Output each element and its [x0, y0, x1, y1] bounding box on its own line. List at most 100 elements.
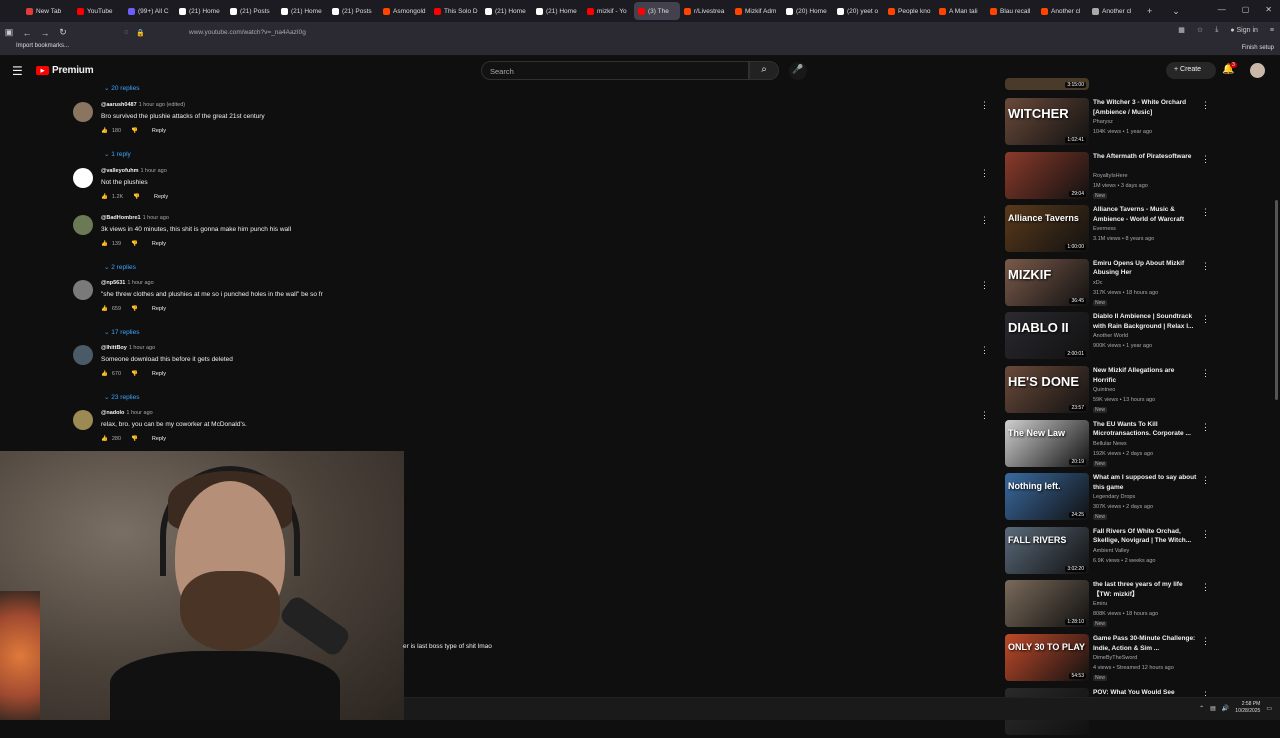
browser-tab[interactable]: (21) Home [175, 2, 226, 20]
comment-author[interactable]: @IhittBoy [101, 345, 127, 351]
video-thumbnail[interactable]: The New Law 20:19 [1005, 419, 1089, 467]
notification-center-icon[interactable]: ▭ [1266, 705, 1272, 712]
video-more-icon[interactable]: ⋮ [1201, 314, 1210, 325]
video-thumbnail[interactable]: 3:15:00 [1005, 78, 1089, 90]
video-title[interactable]: The Witcher 3 - White Orchard [Ambience … [1093, 98, 1197, 117]
hamburger-menu-icon[interactable]: ☰ [12, 64, 23, 78]
video-title[interactable]: Diablo II Ambience | Soundtrack with Rai… [1093, 312, 1197, 331]
related-video[interactable]: 1:28:10 the last three years of my life 【… [1005, 580, 1210, 630]
commenter-avatar[interactable] [73, 215, 93, 235]
shield-icon[interactable]: ◌ [124, 29, 128, 36]
commenter-avatar[interactable] [73, 280, 93, 300]
reply-button[interactable]: Reply [152, 371, 166, 377]
video-more-icon[interactable]: ⋮ [1201, 100, 1210, 111]
browser-tab[interactable]: (21) Home [481, 2, 532, 20]
dislike-icon[interactable]: 👎 [131, 306, 138, 312]
related-video[interactable]: Alliance Taverns 1:00:00 Alliance Taverns … [1005, 205, 1210, 255]
reload-icon[interactable]: ↻ [54, 27, 72, 38]
comment-more-icon[interactable]: ⋮ [980, 410, 989, 421]
extensions-icon[interactable]: ▦ [1178, 26, 1185, 34]
browser-tab[interactable]: (21) Posts [328, 2, 379, 20]
video-title[interactable]: New Mizkif Allegations are Horrific [1093, 366, 1197, 385]
browser-tab[interactable]: (99+) All C [124, 2, 175, 20]
video-title[interactable]: Emiru Opens Up About Mizkif Abusing Her [1093, 259, 1197, 278]
browser-tab[interactable]: (20) yeet o [833, 2, 884, 20]
comment-author[interactable]: @BadHombre1 [101, 215, 141, 221]
search-input[interactable]: Search [481, 61, 749, 80]
channel-name[interactable]: Pharysz [1093, 119, 1113, 125]
replies-toggle[interactable]: ⌄ 1 reply [104, 150, 131, 158]
related-video[interactable]: HE'S DONE 23:57 New Mizkif Allegations are… [1005, 366, 1210, 416]
related-video[interactable]: Nothing left. 24:25 What am I supposed to … [1005, 473, 1210, 523]
browser-tab[interactable]: Blau recall [986, 2, 1037, 20]
channel-name[interactable]: RoyaltyIsHere [1093, 173, 1128, 179]
search-button[interactable]: ⌕ [749, 61, 779, 80]
dislike-icon[interactable]: 👎 [131, 241, 138, 247]
download-icon[interactable]: ⤓ [1215, 26, 1218, 34]
browser-tab[interactable]: People kno [884, 2, 935, 20]
import-bookmarks-link[interactable]: Import bookmarks... [16, 43, 69, 49]
new-tab-icon[interactable]: + [1147, 6, 1152, 17]
commenter-avatar[interactable] [73, 345, 93, 365]
replies-toggle[interactable]: ⌄ 17 replies [104, 328, 139, 336]
replies-toggle[interactable]: ⌄ 20 replies [104, 84, 139, 92]
comment-more-icon[interactable]: ⋮ [980, 280, 989, 291]
like-icon[interactable]: 👍 [101, 194, 108, 200]
video-thumbnail[interactable]: MIZKIF 36:45 [1005, 258, 1089, 306]
related-video[interactable]: 29:04 The Aftermath of Piratesoftware Roya… [1005, 151, 1210, 202]
related-video[interactable]: The New Law 20:19 The EU Wants To Kill Mic… [1005, 419, 1210, 470]
menu-icon[interactable]: ≡ [1270, 27, 1274, 34]
like-icon[interactable]: 👍 [101, 436, 108, 442]
volume-icon[interactable]: 🔊 [1222, 705, 1229, 712]
like-icon[interactable]: 👍 [101, 371, 108, 377]
video-more-icon[interactable]: ⋮ [1201, 475, 1210, 486]
bookmark-star-icon[interactable]: ☆ [1197, 26, 1203, 34]
browser-tab[interactable]: New Tab [22, 2, 73, 20]
tab-list-chevron-icon[interactable]: ⌄ [1172, 6, 1180, 17]
like-icon[interactable]: 👍 [101, 128, 108, 134]
browser-tab[interactable]: YouTube [73, 2, 124, 20]
video-more-icon[interactable]: ⋮ [1201, 368, 1210, 379]
replies-toggle[interactable]: ⌄ 2 replies [104, 263, 136, 271]
video-thumbnail[interactable]: FALL RIVERS 3:02:20 [1005, 526, 1089, 574]
back-icon[interactable]: ← [18, 28, 36, 38]
browser-tab[interactable]: Another cl [1088, 2, 1139, 20]
channel-name[interactable]: Ambient Valley [1093, 548, 1129, 554]
video-title[interactable]: The Aftermath of Piratesoftware [1093, 152, 1197, 162]
video-thumbnail[interactable]: DIABLO II 2:00:01 [1005, 312, 1089, 360]
video-title[interactable]: Fall Rivers Of White Orchad, Skellige, N… [1093, 527, 1197, 546]
video-more-icon[interactable]: ⋮ [1201, 207, 1210, 218]
comment-more-icon[interactable]: ⋮ [980, 168, 989, 179]
related-video[interactable]: DIABLO II 2:00:01 Diablo II Ambience | Sou… [1005, 312, 1210, 362]
channel-name[interactable]: Quintneo [1093, 387, 1115, 393]
commenter-avatar[interactable] [73, 168, 93, 188]
url-bar[interactable]: www.youtube.com/watch?v=_na4AazI0g [189, 29, 306, 36]
reply-button[interactable]: Reply [152, 436, 166, 442]
video-title[interactable]: What am I supposed to say about this gam… [1093, 473, 1197, 492]
reply-button[interactable]: Reply [152, 241, 166, 247]
video-title[interactable]: Game Pass 30-Minute Challenge: Indie, Ac… [1093, 634, 1197, 653]
browser-tab[interactable]: (20) Home [782, 2, 833, 20]
video-thumbnail[interactable]: ONLY 30 TO PLAY 54:53 [1005, 634, 1089, 681]
video-thumbnail[interactable]: Nothing left. 24:25 [1005, 473, 1089, 521]
comment-more-icon[interactable]: ⋮ [980, 100, 989, 111]
video-more-icon[interactable]: ⋮ [1201, 529, 1210, 540]
browser-tab[interactable]: Mizkif Adm [731, 2, 782, 20]
related-video[interactable]: WITCHER 1:02:41 The Witcher 3 - White Orch… [1005, 98, 1210, 148]
browser-tab[interactable]: mizkif - Yo [583, 2, 634, 20]
related-video[interactable]: 3:15:00 [1005, 78, 1205, 92]
lock-icon[interactable]: 🔒 [136, 29, 145, 37]
forward-icon[interactable]: → [36, 28, 54, 38]
reply-button[interactable]: Reply [154, 194, 168, 200]
network-icon[interactable]: ▤ [1210, 705, 1216, 712]
replies-toggle[interactable]: ⌄ 23 replies [104, 393, 139, 401]
related-video[interactable]: FALL RIVERS 3:02:20 Fall Rivers Of White O… [1005, 526, 1210, 577]
youtube-premium-logo[interactable]: ▶ Premium [36, 65, 94, 76]
comment-author[interactable]: @valleyofuhm [101, 168, 138, 174]
video-more-icon[interactable]: ⋮ [1201, 261, 1210, 272]
comment-author[interactable]: @nadolo [101, 410, 124, 416]
channel-name[interactable]: Another World [1093, 333, 1128, 339]
browser-tab[interactable]: (3) The [634, 2, 680, 20]
browser-tab[interactable]: r/Livestrea [680, 2, 731, 20]
reply-button[interactable]: Reply [152, 128, 166, 134]
